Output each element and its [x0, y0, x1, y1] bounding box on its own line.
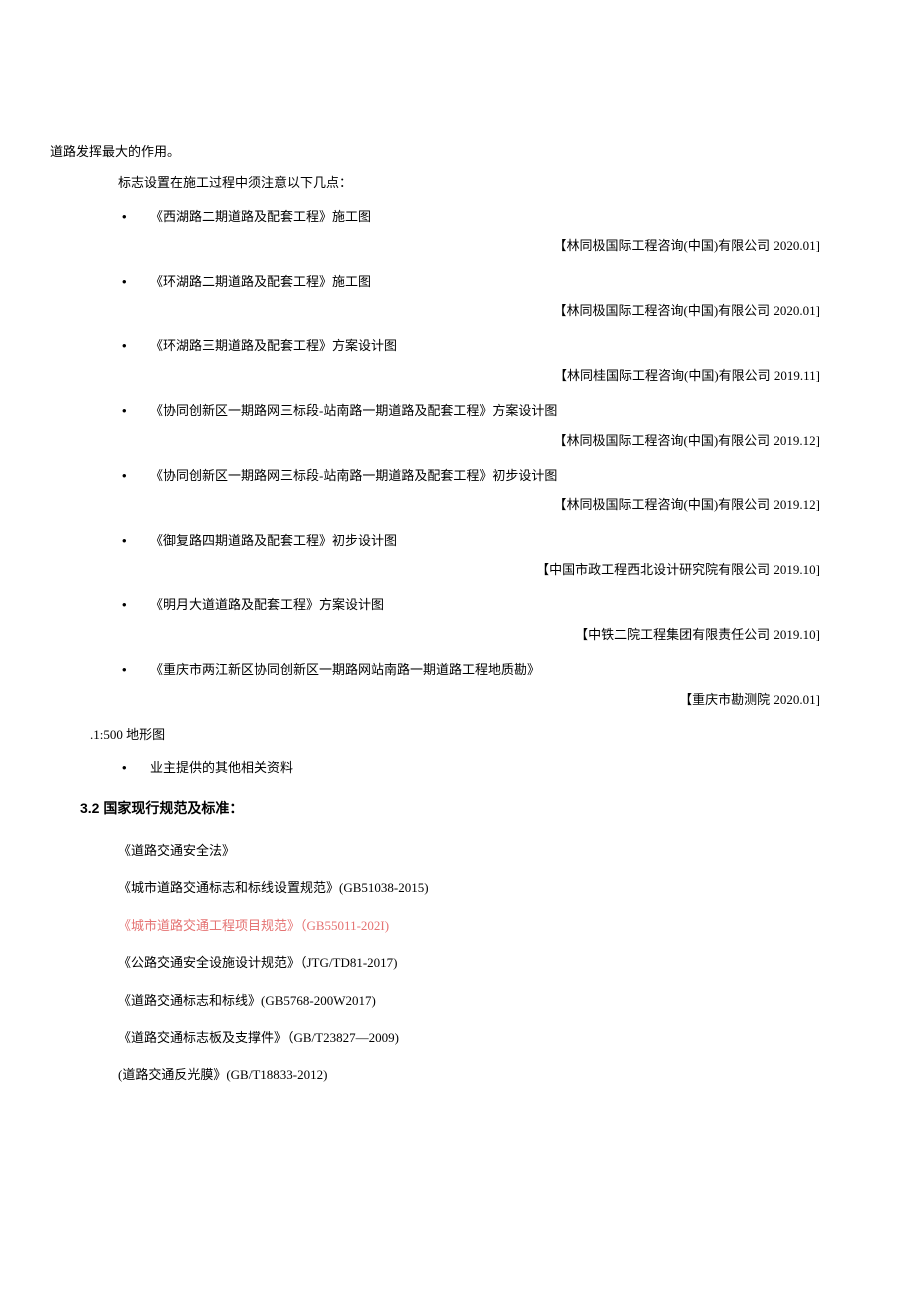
bullet-text: 《御复路四期道路及配套工程》初步设计图	[150, 529, 830, 552]
section-heading: 3.2 国家现行规范及标准：	[80, 796, 830, 821]
bullet-icon: •	[122, 270, 150, 293]
bullet-icon: •	[122, 464, 150, 487]
attribution-note: 【中国市政工程西北设计研究院有限公司 2019.10]	[90, 558, 820, 581]
bullet-text: 《明月大道道路及配套工程》方案设计图	[150, 593, 830, 616]
bullet-text: 《环湖路二期道路及配套工程》施工图	[150, 270, 830, 293]
bullet-icon: •	[122, 205, 150, 228]
bullet-icon: •	[122, 334, 150, 357]
attribution-note: 【林同极国际工程咨询(中国)有限公司 2020.01]	[90, 234, 820, 257]
bullet-text: 《西湖路二期道路及配套工程》施工图	[150, 205, 830, 228]
list-item: • 业主提供的其他相关资料	[122, 756, 830, 779]
list-item: •《协同创新区一期路网三标段-站南路一期道路及配套工程》初步设计图	[122, 464, 830, 487]
continuation-text: 道路发挥最大的作用。	[50, 140, 830, 163]
standard-item: 《城市道路交通标志和标线设置规范》(GB51038-2015)	[118, 876, 830, 899]
bullet-text: 《协同创新区一期路网三标段-站南路一期道路及配套工程》方案设计图	[150, 399, 830, 422]
standard-item: 《道路交通安全法》	[118, 839, 830, 862]
bullet-icon: •	[122, 658, 150, 681]
bullet-text: 《协同创新区一期路网三标段-站南路一期道路及配套工程》初步设计图	[150, 464, 830, 487]
list-item: •《西湖路二期道路及配套工程》施工图	[122, 205, 830, 228]
standard-item: 《城市道路交通工程项目规范》（GB55011-202I)	[118, 914, 830, 937]
standard-item: 《道路交通标志和标线》(GB5768-200W2017)	[118, 989, 830, 1012]
bullet-text: 《环湖路三期道路及配套工程》方案设计图	[150, 334, 830, 357]
bullet-icon: •	[122, 399, 150, 422]
attribution-note: 【中铁二院工程集团有限责任公司 2019.10]	[90, 623, 820, 646]
bullet-text: 《重庆市两江新区协同创新区一期路网站南路一期道路工程地质勘》	[150, 658, 830, 681]
bullet-text: 业主提供的其他相关资料	[150, 756, 830, 779]
standard-item: 《公路交通安全设施设计规范》（JTG/TD81-2017)	[118, 951, 830, 974]
standard-item: 《道路交通标志板及支撑件》（GB/T23827—2009)	[118, 1026, 830, 1049]
bullet-icon: •	[122, 756, 150, 779]
attribution-note: 【重庆市勘测院 2020.01]	[90, 688, 820, 711]
list-item: •《重庆市两江新区协同创新区一期路网站南路一期道路工程地质勘》	[122, 658, 830, 681]
intro-text: 标志设置在施工过程中须注意以下几点：	[118, 171, 830, 194]
standard-item: (道路交通反光膜》(GB/T18833-2012)	[118, 1063, 830, 1086]
list-item: •《明月大道道路及配套工程》方案设计图	[122, 593, 830, 616]
bullet-icon: •	[122, 593, 150, 616]
attribution-note: 【林同极国际工程咨询(中国)有限公司 2019.12]	[90, 493, 820, 516]
attribution-note: 【林同极国际工程咨询(中国)有限公司 2020.01]	[90, 299, 820, 322]
list-item: •《协同创新区一期路网三标段-站南路一期道路及配套工程》方案设计图	[122, 399, 830, 422]
attribution-note: 【林同桂国际工程咨询(中国)有限公司 2019.11]	[90, 364, 820, 387]
list-item: •《环湖路三期道路及配套工程》方案设计图	[122, 334, 830, 357]
list-item: •《御复路四期道路及配套工程》初步设计图	[122, 529, 830, 552]
plain-line: .1:500 地形图	[90, 723, 830, 746]
bullet-icon: •	[122, 529, 150, 552]
list-item: •《环湖路二期道路及配套工程》施工图	[122, 270, 830, 293]
attribution-note: 【林同极国际工程咨询(中国)有限公司 2019.12]	[90, 429, 820, 452]
